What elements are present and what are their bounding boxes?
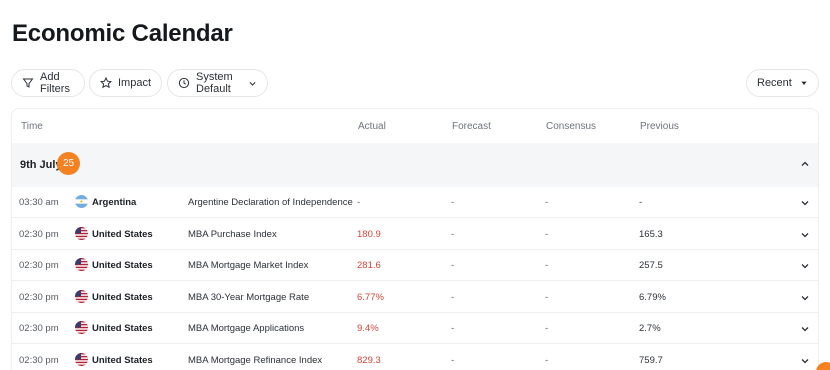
table-row[interactable]: 02:30 pm United States MBA Mortgage Market… xyxy=(12,250,818,281)
us-flag-icon xyxy=(75,352,88,366)
event-consensus: - xyxy=(545,323,549,334)
event-actual: - xyxy=(357,197,361,208)
date-group-header[interactable]: 9th July 25 xyxy=(12,143,818,187)
us-flag-icon xyxy=(75,289,88,303)
chevron-down-icon[interactable] xyxy=(800,198,810,208)
argentina-flag-icon xyxy=(75,195,88,208)
header-forecast: Forecast xyxy=(452,121,491,132)
timezone-dropdown[interactable]: System Default xyxy=(167,69,268,97)
clock-icon xyxy=(178,77,190,89)
table-row[interactable]: 02:30 pm United States MBA Purchase Index 1… xyxy=(12,219,818,250)
filter-icon xyxy=(22,78,34,88)
event-count-badge: 25 xyxy=(57,152,80,175)
event-name: MBA 30-Year Mortgage Rate xyxy=(188,291,310,303)
table-row[interactable]: 02:30 pm United States MBA Mortgage Applic… xyxy=(12,313,818,344)
event-previous: 759.7 xyxy=(639,354,663,366)
header-time: Time xyxy=(21,121,43,132)
timezone-label: System Default xyxy=(196,71,233,95)
event-time: 02:30 pm xyxy=(19,354,59,366)
event-actual: 281.6 xyxy=(357,260,381,271)
event-name: MBA Mortgage Applications xyxy=(188,323,305,334)
event-country: United States xyxy=(92,354,153,366)
add-filters-label: Add Filters xyxy=(40,71,70,95)
event-actual: 829.3 xyxy=(357,354,381,366)
header-actual: Actual xyxy=(358,121,386,132)
event-name: MBA Mortgage Market Index xyxy=(188,260,309,271)
event-country: United States xyxy=(92,323,153,334)
header-consensus: Consensus xyxy=(546,121,597,132)
table-row[interactable]: 02:30 pm United States MBA 30-Year Mortgag… xyxy=(12,282,818,313)
event-time: 03:30 am xyxy=(19,197,59,208)
caret-down-icon xyxy=(801,81,807,85)
event-name: MBA Mortgage Refinance Index xyxy=(188,354,323,366)
chevron-down-icon[interactable] xyxy=(800,293,810,303)
sort-label: Recent xyxy=(757,77,792,89)
table-header: Time Actual Forecast Consensus Previous xyxy=(12,109,818,143)
event-previous: 2.7% xyxy=(639,323,661,334)
table-row[interactable]: 03:30 am Argentina Argentine Declaration o… xyxy=(12,187,818,218)
us-flag-icon xyxy=(75,258,88,271)
event-actual: 6.77% xyxy=(357,291,384,303)
event-name: Argentine Declaration of Independence xyxy=(188,197,353,208)
event-consensus: - xyxy=(545,354,549,366)
event-consensus: - xyxy=(545,291,549,303)
page-title: Economic Calendar xyxy=(12,20,233,47)
event-time: 02:30 pm xyxy=(19,260,59,271)
us-flag-icon xyxy=(75,321,88,334)
group-date: 9th July xyxy=(20,159,62,171)
star-icon xyxy=(100,77,112,89)
event-previous: - xyxy=(639,197,643,208)
event-country: United States xyxy=(92,228,153,240)
calendar-table: Time Actual Forecast Consensus Previous … xyxy=(11,108,819,370)
impact-label: Impact xyxy=(118,77,152,89)
chevron-up-icon[interactable] xyxy=(800,159,810,169)
event-time: 02:30 pm xyxy=(19,323,59,334)
sort-dropdown[interactable]: Recent xyxy=(746,69,819,97)
event-actual: 9.4% xyxy=(357,323,379,334)
impact-button[interactable]: Impact xyxy=(89,69,162,97)
event-forecast: - xyxy=(451,197,455,208)
event-country: Argentina xyxy=(92,197,137,208)
chevron-down-icon[interactable] xyxy=(800,356,810,366)
event-forecast: - xyxy=(451,291,455,303)
event-country: United States xyxy=(92,260,153,271)
header-previous: Previous xyxy=(640,121,679,132)
chevron-down-icon xyxy=(249,81,256,86)
chevron-down-icon[interactable] xyxy=(800,324,810,334)
event-name: MBA Purchase Index xyxy=(188,228,277,240)
event-forecast: - xyxy=(451,228,455,240)
event-forecast: - xyxy=(451,323,455,334)
us-flag-icon xyxy=(75,226,88,240)
event-previous: 257.5 xyxy=(639,260,663,271)
event-country: United States xyxy=(92,291,153,303)
event-consensus: - xyxy=(545,197,549,208)
event-time: 02:30 pm xyxy=(19,291,59,303)
event-previous: 165.3 xyxy=(639,228,663,240)
event-previous: 6.79% xyxy=(639,291,666,303)
event-forecast: - xyxy=(451,354,455,366)
event-consensus: - xyxy=(545,228,549,240)
event-consensus: - xyxy=(545,260,549,271)
table-row[interactable]: 02:30 pm United States MBA Mortgage Refina… xyxy=(12,345,818,370)
add-filters-button[interactable]: Add Filters xyxy=(11,69,85,97)
chevron-down-icon[interactable] xyxy=(800,261,810,271)
event-forecast: - xyxy=(451,260,455,271)
event-actual: 180.9 xyxy=(357,228,381,240)
chevron-down-icon[interactable] xyxy=(800,230,810,240)
event-time: 02:30 pm xyxy=(19,228,59,240)
